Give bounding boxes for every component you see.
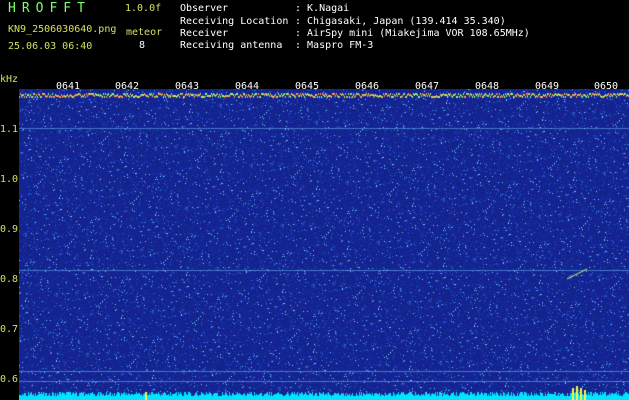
spectrogram-waterfall — [19, 89, 629, 400]
meteor-label: meteor — [126, 27, 163, 38]
info-row-observer: Observer : K.Nagai — [180, 3, 349, 14]
info-row-location: Receiving Location : Chigasaki, Japan (13… — [180, 16, 506, 27]
info-row-receiver: Receiver : AirSpy mini (Miakejima VOR 108… — [180, 28, 530, 39]
freq-tick-label: 0.7 — [0, 324, 19, 335]
info-value: : Maspro FM-3 — [295, 40, 374, 51]
info-value: : Chigasaki, Japan (139.414 35.340) — [295, 16, 506, 27]
freq-unit-label: kHz — [0, 74, 19, 85]
version-label: 1.0.0f — [125, 3, 162, 14]
info-row-antenna: Receiving antenna : Maspro FM-3 — [180, 40, 373, 51]
app-title: HROFFT — [8, 1, 91, 16]
info-key: Receiving antenna — [180, 40, 283, 51]
freq-tick-label: 1.0 — [0, 174, 19, 185]
info-value: : K.Nagai — [295, 3, 350, 14]
info-value: : AirSpy mini (Miakejima VOR 108.65MHz) — [295, 28, 530, 39]
info-key: Observer — [180, 3, 229, 14]
freq-tick-label: 0.9 — [0, 224, 19, 235]
info-key: Receiving Location — [180, 16, 289, 27]
filename-label: KN9_2506030640.png — [8, 24, 117, 35]
freq-tick-label: 0.6 — [0, 374, 19, 385]
freq-tick-label: 0.8 — [0, 274, 19, 285]
info-key: Receiver — [180, 28, 229, 39]
datetime-label: 25.06.03 06:40 — [8, 41, 93, 52]
meteor-count: 8 — [139, 40, 146, 51]
freq-tick-label: 1.1 — [0, 124, 19, 135]
